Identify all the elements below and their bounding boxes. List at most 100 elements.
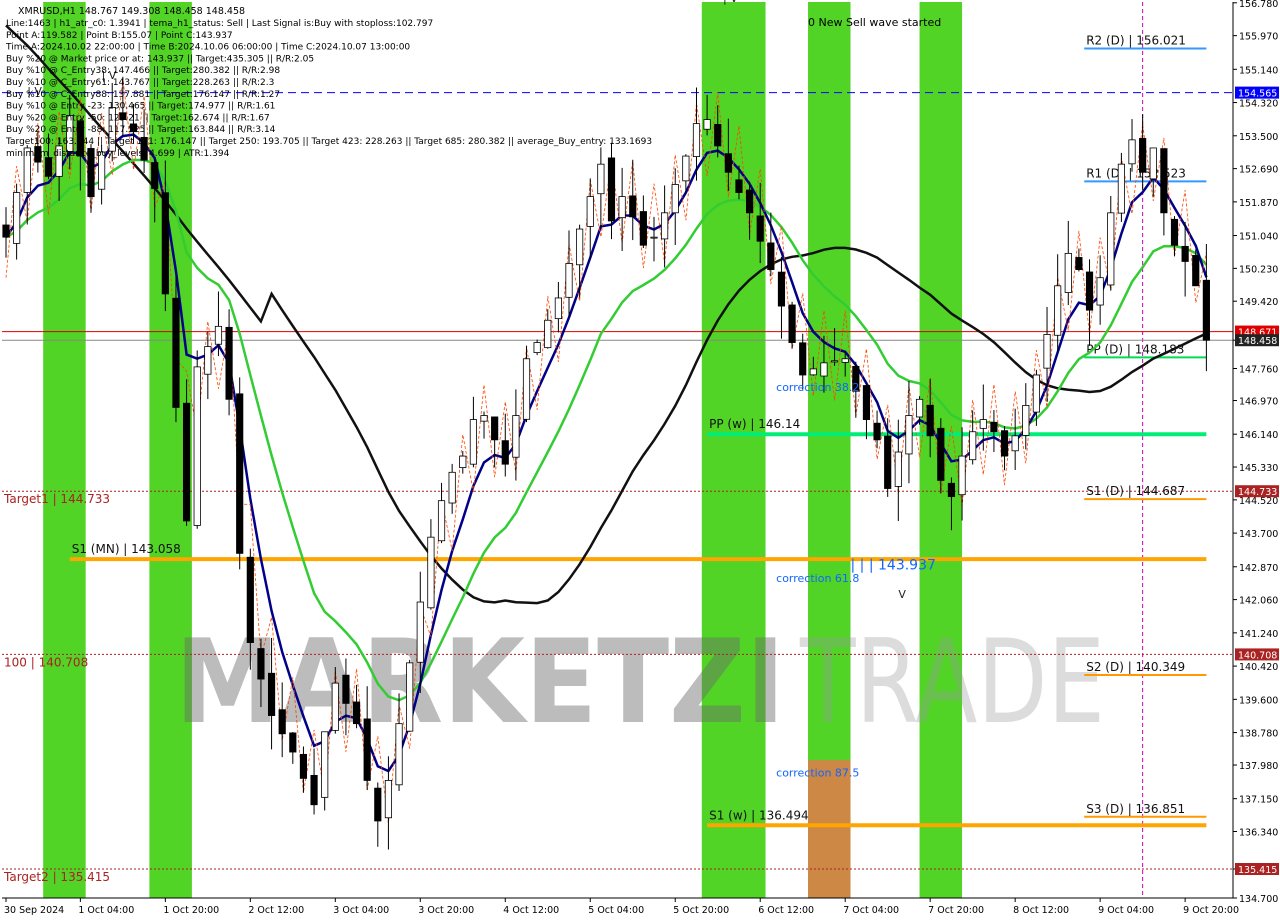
time-tick-label: 5 Oct 20:00 [673, 905, 729, 916]
candle-body [671, 184, 679, 214]
price-tick-label: 154.320 [1239, 99, 1278, 110]
price-tick-label: 156.780 [1239, 0, 1278, 10]
candle-body [299, 753, 308, 779]
candle-body [820, 362, 828, 377]
candle-body [554, 297, 562, 320]
time-tick-label: 4 Oct 12:00 [503, 905, 559, 916]
candle-body [799, 342, 807, 376]
price-tick-label: 143.700 [1239, 529, 1278, 540]
candle-body [395, 723, 403, 786]
candle-body [427, 536, 435, 609]
chart-annotation: | V [723, 0, 738, 5]
price-tick-label: 152.690 [1239, 165, 1278, 176]
price-tick-label: 137.980 [1239, 761, 1278, 772]
candle-body [841, 358, 849, 363]
correction-block [808, 760, 851, 898]
price-tick-label: 139.600 [1239, 695, 1278, 706]
candle-body [321, 731, 329, 798]
watermark: MARKETZI TRADE [175, 615, 1105, 750]
price-tick-label: 146.140 [1239, 430, 1278, 441]
price-tick-label: 140.420 [1239, 662, 1278, 673]
chart-area: MARKETZI TRADE Target1 | 144.733 100 | 14… [0, 0, 1280, 920]
candle-body [1054, 285, 1062, 336]
candle-body [1011, 435, 1019, 452]
candle-body [172, 297, 180, 408]
candle-body [214, 325, 223, 345]
candle-body [437, 500, 446, 542]
price-tick-label: 141.240 [1239, 629, 1278, 640]
candle-body [183, 402, 191, 522]
symbol-line: XMRUSD,H1 148.767 149.308 148.458 148.45… [18, 6, 245, 17]
time-tick-label: 9 Oct 20:00 [1183, 905, 1239, 916]
candle-body [1139, 138, 1147, 173]
time-tick-label: 1 Oct 04:00 [78, 905, 134, 916]
price-tick-label: 151.870 [1239, 198, 1278, 209]
pivot-label: S2 (D) | 140.349 [1086, 660, 1185, 674]
candle-body [512, 415, 520, 458]
candle-body [44, 157, 53, 177]
price-tick-label: 155.140 [1239, 65, 1278, 76]
candle-body [204, 346, 212, 375]
candle-body [979, 419, 987, 429]
price-tick-label: 145.330 [1239, 463, 1278, 474]
price-tick-label: 142.060 [1239, 596, 1278, 607]
candle-body [703, 119, 711, 130]
candle-body [1032, 374, 1040, 413]
info-line: Buy %20 @ Entry -88: 117.525 || Target:1… [6, 125, 276, 135]
price-badge-label: 140.708 [1238, 650, 1277, 661]
price-tick-label: 153.500 [1239, 132, 1278, 143]
price-tick-label: 134.700 [1239, 894, 1278, 905]
candle-body [618, 196, 626, 219]
candle-body [990, 421, 998, 433]
time-tick-label: 8 Oct 12:00 [1013, 905, 1069, 916]
price-badge-label: 148.458 [1238, 336, 1277, 347]
candle-body [714, 124, 722, 147]
candle-body [607, 157, 616, 222]
candle-body [894, 451, 902, 487]
time-tick-label: 7 Oct 04:00 [843, 905, 899, 916]
candle-body [310, 774, 318, 806]
info-line: Buy %10 @ C_Entry88: 137.881 || Target:1… [6, 90, 280, 100]
pivot-label: R2 (D) | 156.021 [1086, 34, 1186, 48]
candle-body [884, 435, 892, 489]
candle-body [267, 672, 276, 716]
candle-body [363, 718, 371, 781]
target-label: 100 | 140.708 [4, 655, 88, 669]
candle-body [915, 398, 924, 418]
candle-body [459, 455, 467, 468]
price-tick-label: 151.040 [1239, 232, 1278, 243]
time-tick-label: 5 Oct 04:00 [588, 905, 644, 916]
pivot-label: S3 (D) | 136.851 [1086, 802, 1185, 816]
chart-annotation: correction 38.2 [776, 381, 859, 394]
candle-body [576, 228, 584, 266]
candle-body [639, 211, 647, 246]
candle-body [969, 431, 977, 461]
candle-body [448, 471, 456, 504]
candle-body [1000, 430, 1009, 457]
candle-body [788, 304, 796, 343]
candle-body [13, 192, 21, 244]
signal-text: 0 New Sell wave started [808, 16, 941, 29]
candle-body [193, 366, 201, 526]
pivot-label: S1 (D) | 144.687 [1086, 484, 1185, 498]
price-badge-label: 154.565 [1238, 89, 1277, 100]
candle-body [501, 440, 509, 465]
candle-body [1022, 405, 1030, 436]
candle-body [469, 419, 477, 465]
candle-body [1170, 218, 1179, 246]
time-tick-label: 1 Oct 20:00 [163, 905, 219, 916]
candle-body [533, 342, 541, 353]
candle-body [374, 787, 382, 822]
candle-body [767, 242, 775, 270]
candle-body [937, 427, 945, 481]
candle-body [1064, 252, 1072, 293]
price-axis: 156.780 155.970 155.140 154.320 153.500 152.6… [1232, 0, 1280, 920]
candle-body [873, 422, 881, 441]
candle-body [682, 155, 690, 182]
candle-body [650, 236, 658, 239]
chart-annotation: correction 61.8 [776, 572, 859, 585]
price-tick-label: 149.420 [1239, 297, 1278, 308]
candle-body [661, 212, 669, 240]
price-badge-label: 135.415 [1238, 865, 1277, 876]
candle-body [862, 385, 871, 420]
